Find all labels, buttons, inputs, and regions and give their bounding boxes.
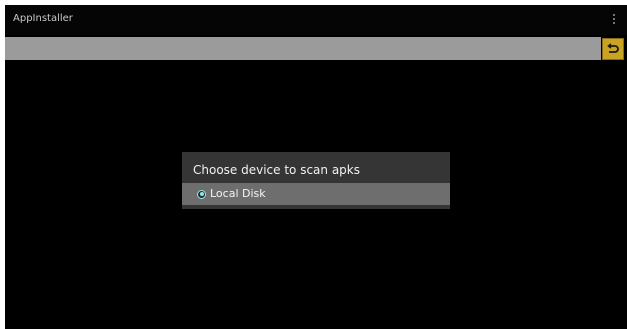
radio-selected-icon[interactable] (197, 189, 206, 199)
title-bar: AppInstaller (5, 5, 627, 35)
back-button[interactable] (602, 38, 624, 60)
back-arrow-icon (607, 43, 619, 53)
path-bar[interactable] (5, 37, 601, 60)
scan-device-dialog: Choose device to scan apks Local Disk (182, 152, 450, 209)
dialog-title: Choose device to scan apks (193, 163, 361, 177)
app-title: AppInstaller (13, 13, 73, 24)
app-screen: AppInstaller Choose device to scan apks … (5, 5, 627, 329)
overflow-menu-icon[interactable] (609, 12, 619, 26)
device-option-local-disk[interactable]: Local Disk (182, 183, 450, 205)
device-option-label: Local Disk (210, 187, 266, 200)
